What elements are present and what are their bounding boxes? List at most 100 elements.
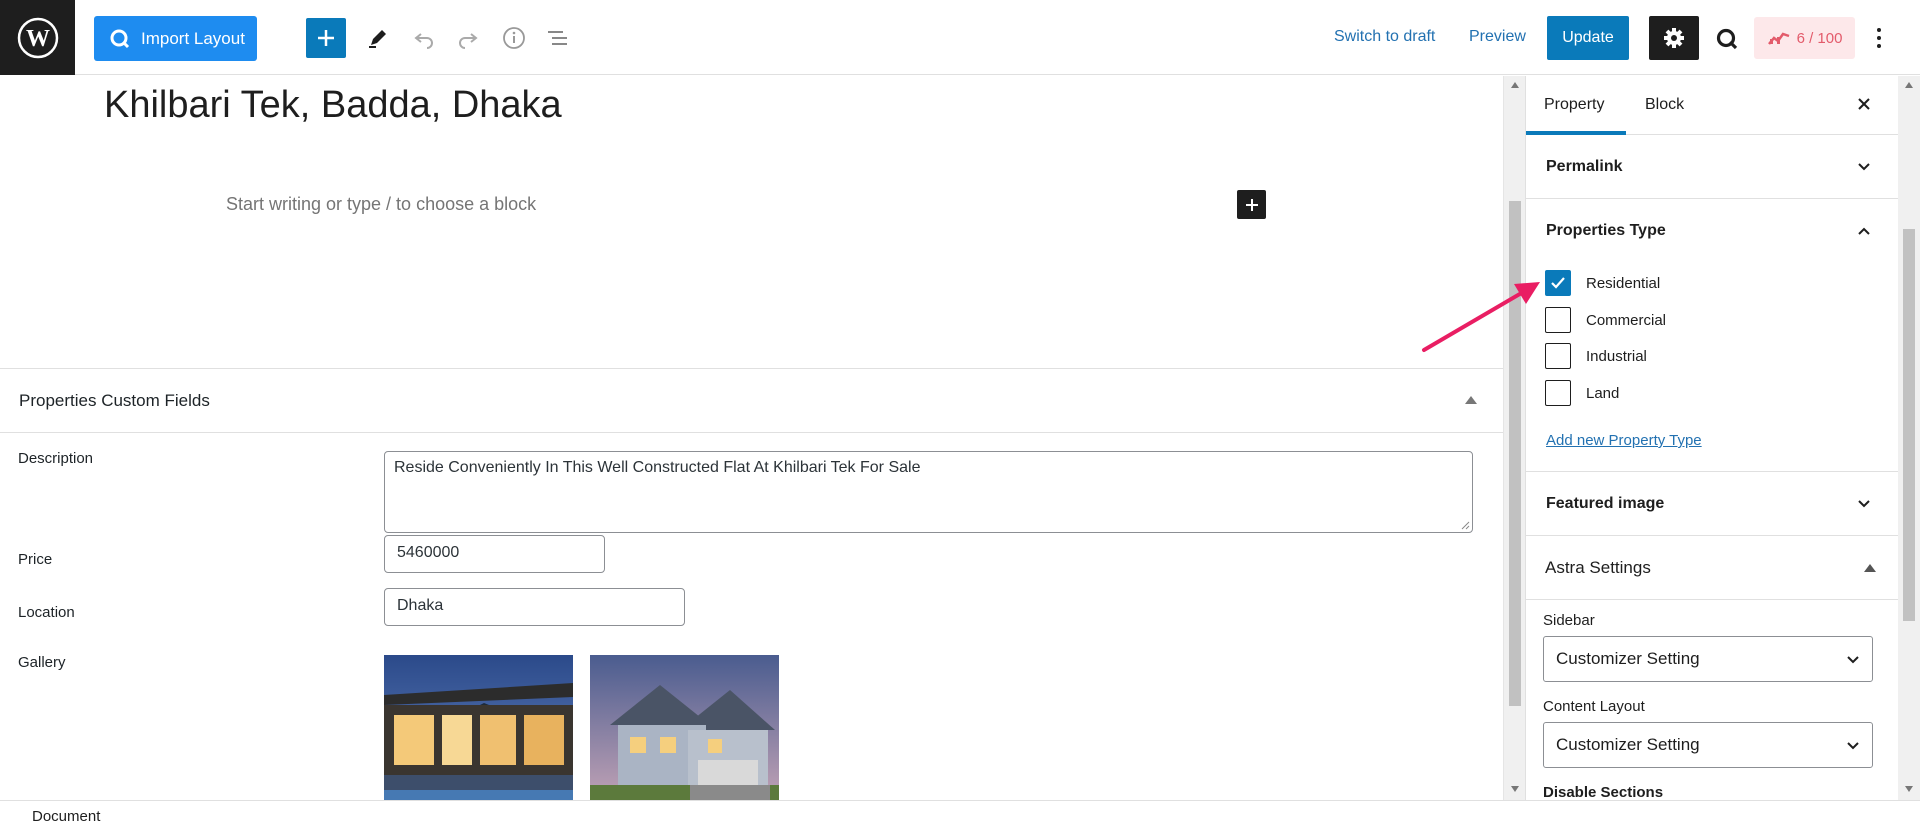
- edit-tool-button[interactable]: [362, 22, 394, 54]
- chevron-down-icon: [1858, 500, 1870, 508]
- astra-settings-panel[interactable]: Astra Settings: [1526, 536, 1898, 600]
- collapse-triangle-icon[interactable]: [1465, 396, 1477, 404]
- redo-button[interactable]: [452, 22, 484, 54]
- sidebar-layout-select[interactable]: Customizer Setting: [1543, 636, 1873, 682]
- checkbox-residential[interactable]: [1545, 270, 1571, 296]
- sidebar-tabs: Property Block: [1526, 76, 1898, 135]
- sidebar-scroll-thumb[interactable]: [1903, 229, 1915, 621]
- more-options-button[interactable]: [1864, 22, 1894, 54]
- chevron-up-icon: [1858, 227, 1870, 235]
- chevron-down-icon: [1847, 742, 1859, 750]
- type-label: Residential: [1586, 274, 1661, 292]
- disable-sections-label: Disable Sections: [1543, 784, 1664, 800]
- gallery-image-modern-house[interactable]: [384, 655, 573, 800]
- price-label: Price: [18, 551, 53, 568]
- list-view-icon: [548, 31, 567, 45]
- resize-handle-icon[interactable]: [1460, 520, 1470, 530]
- q-plugin-icon[interactable]: [1712, 24, 1742, 54]
- content-layout-select[interactable]: Customizer Setting: [1543, 722, 1873, 768]
- featured-image-panel[interactable]: Featured image: [1526, 472, 1898, 536]
- chevron-down-icon: [1847, 656, 1859, 664]
- import-layout-button[interactable]: Import Layout: [94, 16, 257, 61]
- inline-add-block-button[interactable]: [1237, 190, 1266, 219]
- content-layout-value: Customizer Setting: [1556, 735, 1700, 754]
- metabox-title: Properties Custom Fields: [19, 390, 210, 410]
- sidebar-scrollbar[interactable]: [1898, 76, 1920, 800]
- add-block-button[interactable]: [306, 18, 346, 58]
- score-chart-icon: [1767, 32, 1789, 45]
- editor-canvas: Khilbari Tek, Badda, Dhaka Start writing…: [0, 76, 1503, 800]
- sidebar-layout-value: Customizer Setting: [1556, 649, 1700, 668]
- checkbox-land[interactable]: [1545, 380, 1571, 406]
- checkbox-commercial[interactable]: [1545, 307, 1571, 333]
- editor-scroll-thumb[interactable]: [1509, 201, 1521, 706]
- preview-button[interactable]: Preview: [1469, 28, 1526, 46]
- location-field[interactable]: Dhaka: [384, 588, 685, 626]
- plus-icon: [1245, 198, 1258, 211]
- details-button[interactable]: [498, 22, 530, 54]
- location-label: Location: [18, 604, 75, 621]
- price-field[interactable]: 5460000: [384, 535, 605, 573]
- tab-property[interactable]: Property: [1544, 96, 1604, 114]
- seo-score-value: 6 / 100: [1796, 29, 1843, 47]
- close-icon: [1858, 98, 1870, 110]
- breadcrumb-document[interactable]: Document: [32, 808, 100, 825]
- import-layout-label: Import Layout: [141, 28, 245, 48]
- scroll-down-arrow-icon[interactable]: [1511, 786, 1519, 792]
- update-label: Update: [1562, 29, 1614, 46]
- scroll-down-arrow-icon[interactable]: [1905, 786, 1913, 792]
- pencil-icon: [369, 30, 386, 48]
- type-option-commercial[interactable]: Commercial: [1545, 307, 1666, 333]
- chevron-down-icon: [1858, 163, 1870, 171]
- description-label: Description: [18, 450, 94, 467]
- featured-image-label: Featured image: [1546, 494, 1665, 512]
- gear-icon: [1664, 28, 1684, 48]
- more-vertical-icon: [1877, 28, 1881, 48]
- properties-type-panel: Properties Type Residential Commercial I…: [1526, 199, 1898, 472]
- wordpress-logo-icon[interactable]: W: [0, 0, 75, 75]
- q-logo-icon: [110, 29, 130, 48]
- gallery-image-suburban-house[interactable]: [590, 655, 779, 800]
- type-option-residential[interactable]: Residential: [1545, 270, 1660, 296]
- undo-icon: [414, 33, 433, 49]
- permalink-label: Permalink: [1546, 157, 1623, 175]
- undo-button[interactable]: [408, 22, 440, 54]
- location-value: Dhaka: [397, 597, 444, 614]
- custom-fields-metabox: Properties Custom Fields Description Res…: [0, 368, 1503, 800]
- properties-type-label: Properties Type: [1546, 222, 1666, 239]
- permalink-panel[interactable]: Permalink: [1526, 135, 1898, 199]
- info-icon: [503, 27, 525, 49]
- settings-button[interactable]: [1649, 16, 1699, 60]
- checkmark-icon: [1551, 277, 1565, 289]
- editor-scrollbar[interactable]: [1503, 76, 1525, 800]
- price-value: 5460000: [397, 544, 460, 561]
- list-view-button[interactable]: [542, 22, 574, 54]
- type-label: Commercial: [1586, 311, 1667, 329]
- scroll-up-arrow-icon[interactable]: [1511, 82, 1519, 88]
- add-new-property-type-link[interactable]: Add new Property Type: [1546, 432, 1702, 449]
- block-placeholder[interactable]: Start writing or type / to choose a bloc…: [226, 194, 536, 215]
- plus-icon: [318, 30, 334, 46]
- type-option-industrial[interactable]: Industrial: [1545, 343, 1647, 369]
- switch-to-draft-button[interactable]: Switch to draft: [1334, 28, 1435, 46]
- scroll-up-arrow-icon[interactable]: [1905, 82, 1913, 88]
- redo-icon: [459, 33, 478, 49]
- sidebar-setting-label: Sidebar: [1543, 612, 1595, 629]
- seo-score-button[interactable]: 6 / 100: [1754, 17, 1855, 59]
- svg-text:W: W: [26, 26, 50, 52]
- tab-block[interactable]: Block: [1645, 96, 1684, 114]
- metabox-header[interactable]: Properties Custom Fields: [0, 369, 1503, 433]
- post-title[interactable]: Khilbari Tek, Badda, Dhaka: [104, 84, 562, 127]
- update-button[interactable]: Update: [1547, 16, 1629, 60]
- collapse-triangle-icon[interactable]: [1864, 564, 1876, 572]
- top-toolbar: W Import Layout Switch to draft Preview …: [0, 0, 1920, 75]
- description-value: Reside Conveniently In This Well Constru…: [394, 459, 921, 476]
- breadcrumb-bar: Document: [0, 800, 1920, 830]
- close-sidebar-button[interactable]: [1852, 92, 1876, 116]
- properties-type-header[interactable]: Properties Type: [1526, 199, 1898, 263]
- type-label: Industrial: [1586, 347, 1647, 365]
- gallery-label: Gallery: [18, 654, 66, 671]
- type-option-land[interactable]: Land: [1545, 380, 1619, 406]
- checkbox-industrial[interactable]: [1545, 343, 1571, 369]
- description-field[interactable]: Reside Conveniently In This Well Constru…: [384, 451, 1473, 533]
